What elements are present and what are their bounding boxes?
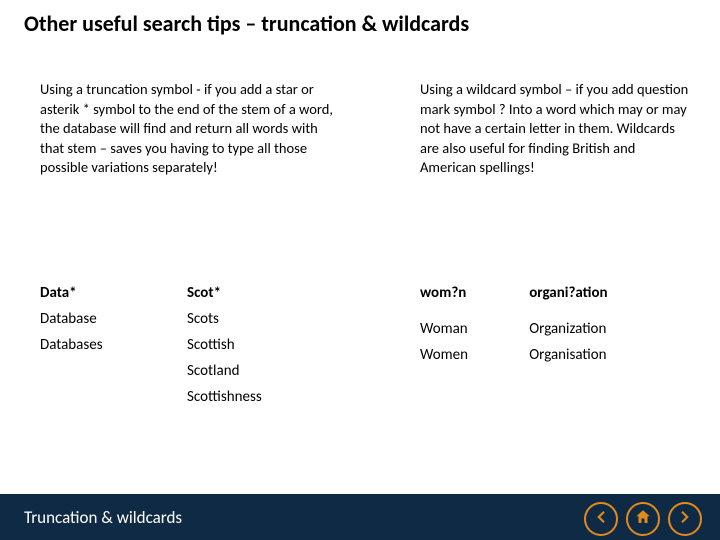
table-cell [40, 358, 187, 384]
home-button[interactable] [626, 502, 660, 536]
table-row: Woman Organization [420, 316, 700, 342]
table-row: Women Organisation [420, 342, 700, 368]
table-row: Database Scots [40, 306, 360, 332]
wildcard-table: wom?n organi?ation Woman Organization Wo… [420, 280, 700, 368]
table-cell: Scottish [187, 332, 360, 358]
page-title: Other useful search tips – truncation & … [24, 10, 469, 37]
truncation-paragraph: Using a truncation symbol - if you add a… [40, 80, 340, 178]
table-cell: Scottishness [187, 384, 360, 410]
table-head-cell: Scot* [187, 280, 360, 306]
table-cell [40, 384, 187, 410]
chevron-left-icon [592, 508, 610, 531]
table-cell: Organisation [529, 342, 700, 368]
table-row: wom?n organi?ation [420, 280, 700, 306]
footer-title: Truncation & wildcards [24, 507, 182, 528]
table-cell: Organization [529, 316, 700, 342]
table-cell: Scots [187, 306, 360, 332]
table-cell: Database [40, 306, 187, 332]
wildcard-paragraph: Using a wildcard symbol – if you add que… [420, 80, 690, 178]
slide: Other useful search tips – truncation & … [0, 0, 720, 540]
footer-bar: Truncation & wildcards [0, 494, 720, 540]
table-cell: Scotland [187, 358, 360, 384]
table-row: Scottishness [40, 384, 360, 410]
prev-button[interactable] [584, 502, 618, 536]
table-row: Scotland [40, 358, 360, 384]
truncation-table: Data* Scot* Database Scots Databases Sco… [40, 280, 360, 410]
table-head-cell: Data* [40, 280, 187, 306]
table-row: Databases Scottish [40, 332, 360, 358]
chevron-right-icon [676, 508, 694, 531]
home-icon [634, 508, 652, 531]
table-row: Data* Scot* [40, 280, 360, 306]
table-head-cell: wom?n [420, 280, 529, 306]
next-button[interactable] [668, 502, 702, 536]
nav-controls [584, 502, 702, 536]
table-head-cell: organi?ation [529, 280, 700, 306]
table-cell: Databases [40, 332, 187, 358]
table-cell: Women [420, 342, 529, 368]
table-cell: Woman [420, 316, 529, 342]
